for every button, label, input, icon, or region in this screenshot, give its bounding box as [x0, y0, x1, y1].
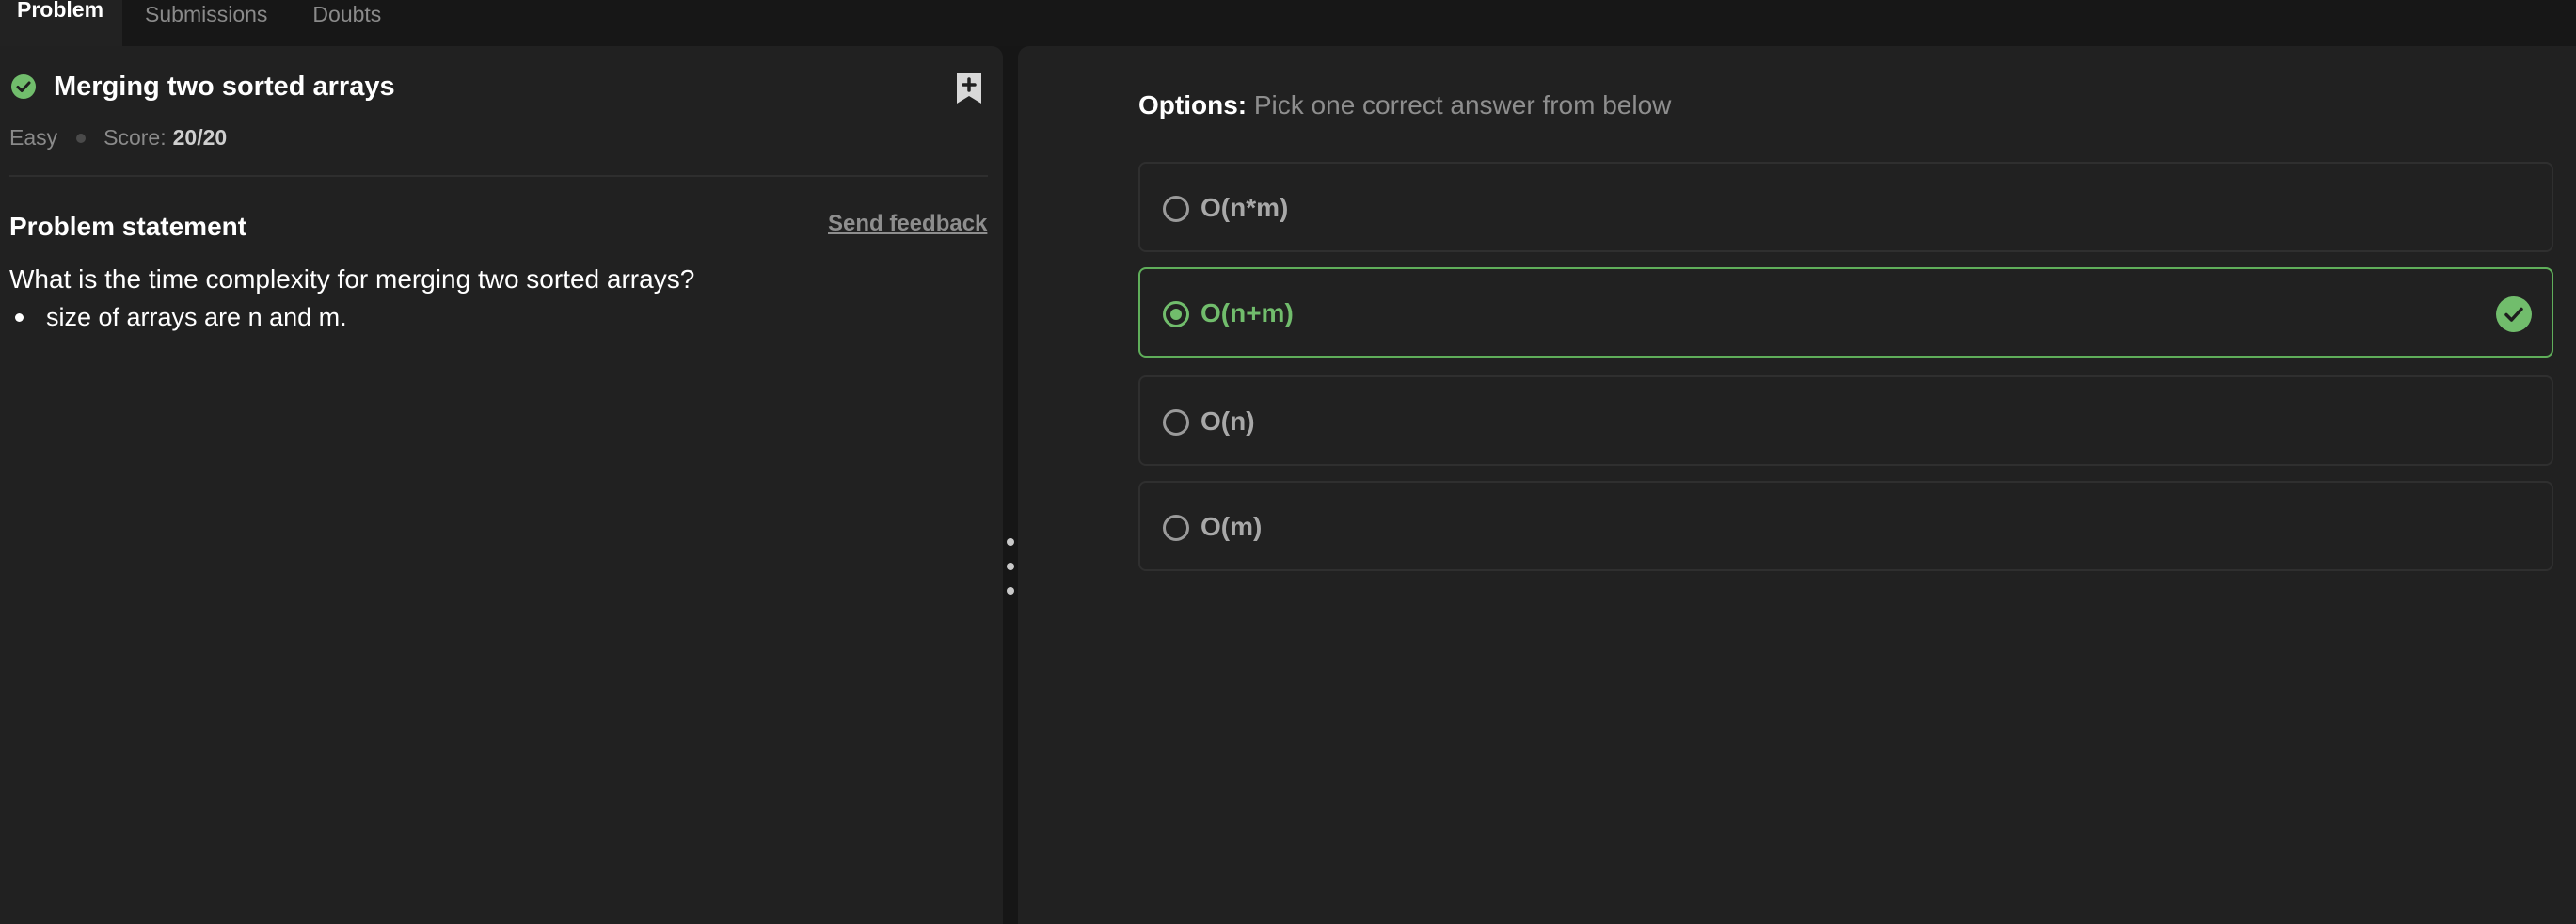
tab-problem-label: Problem — [17, 0, 104, 22]
divider-line — [9, 175, 988, 177]
option-text: O(n*m) — [1201, 193, 1289, 222]
option-4[interactable]: O(m) — [1138, 481, 2553, 571]
option-text: O(n) — [1201, 406, 1255, 436]
check-circle-icon — [2496, 296, 2532, 332]
list-item: size of arrays are n and m. — [15, 303, 347, 332]
radio-button[interactable] — [1163, 196, 1189, 222]
tab-doubts-label: Doubts — [312, 1, 382, 26]
option-text: O(m) — [1201, 512, 1263, 541]
option-1[interactable]: O(n*m) — [1138, 162, 2553, 252]
check-circle-icon — [11, 74, 36, 99]
radio-button[interactable] — [1163, 515, 1189, 541]
tab-submissions-label: Submissions — [145, 1, 268, 26]
radio-button[interactable] — [1163, 301, 1189, 327]
tab-doubts[interactable]: Doubts — [290, 0, 404, 35]
options-label: Options: Pick one correct answer from be… — [1138, 90, 1671, 120]
score-label: Score: — [103, 125, 167, 150]
problem-meta: Easy Score: 20/20 — [9, 125, 227, 151]
problem-panel — [0, 46, 1003, 924]
send-feedback-link[interactable]: Send feedback — [828, 211, 987, 237]
panel-divider[interactable] — [1003, 46, 1018, 924]
problem-title: Merging two sorted arrays — [54, 72, 395, 102]
bookmark-add-icon[interactable] — [954, 72, 984, 105]
score-value: 20/20 — [172, 125, 228, 150]
problem-statement-heading: Problem statement — [9, 212, 247, 241]
radio-button[interactable] — [1163, 409, 1189, 436]
bullet-icon — [15, 313, 24, 322]
drag-handle-icon[interactable] — [1005, 538, 1016, 595]
tab-problem[interactable]: Problem — [0, 0, 123, 46]
option-text: O(n+m) — [1201, 298, 1294, 327]
options-label-bold: Options: — [1138, 90, 1248, 119]
separator-dot — [76, 133, 87, 143]
option-3[interactable]: O(n) — [1138, 375, 2553, 466]
tab-submissions[interactable]: Submissions — [122, 0, 290, 35]
option-2[interactable]: O(n+m) — [1138, 267, 2553, 358]
options-label-text: Pick one correct answer from below — [1247, 90, 1672, 119]
list-item-text: size of arrays are n and m. — [46, 303, 347, 331]
top-tab-bar: Problem Submissions Doubts — [0, 0, 2576, 46]
difficulty-label: Easy — [9, 125, 58, 150]
question-text: What is the time complexity for merging … — [9, 264, 695, 294]
